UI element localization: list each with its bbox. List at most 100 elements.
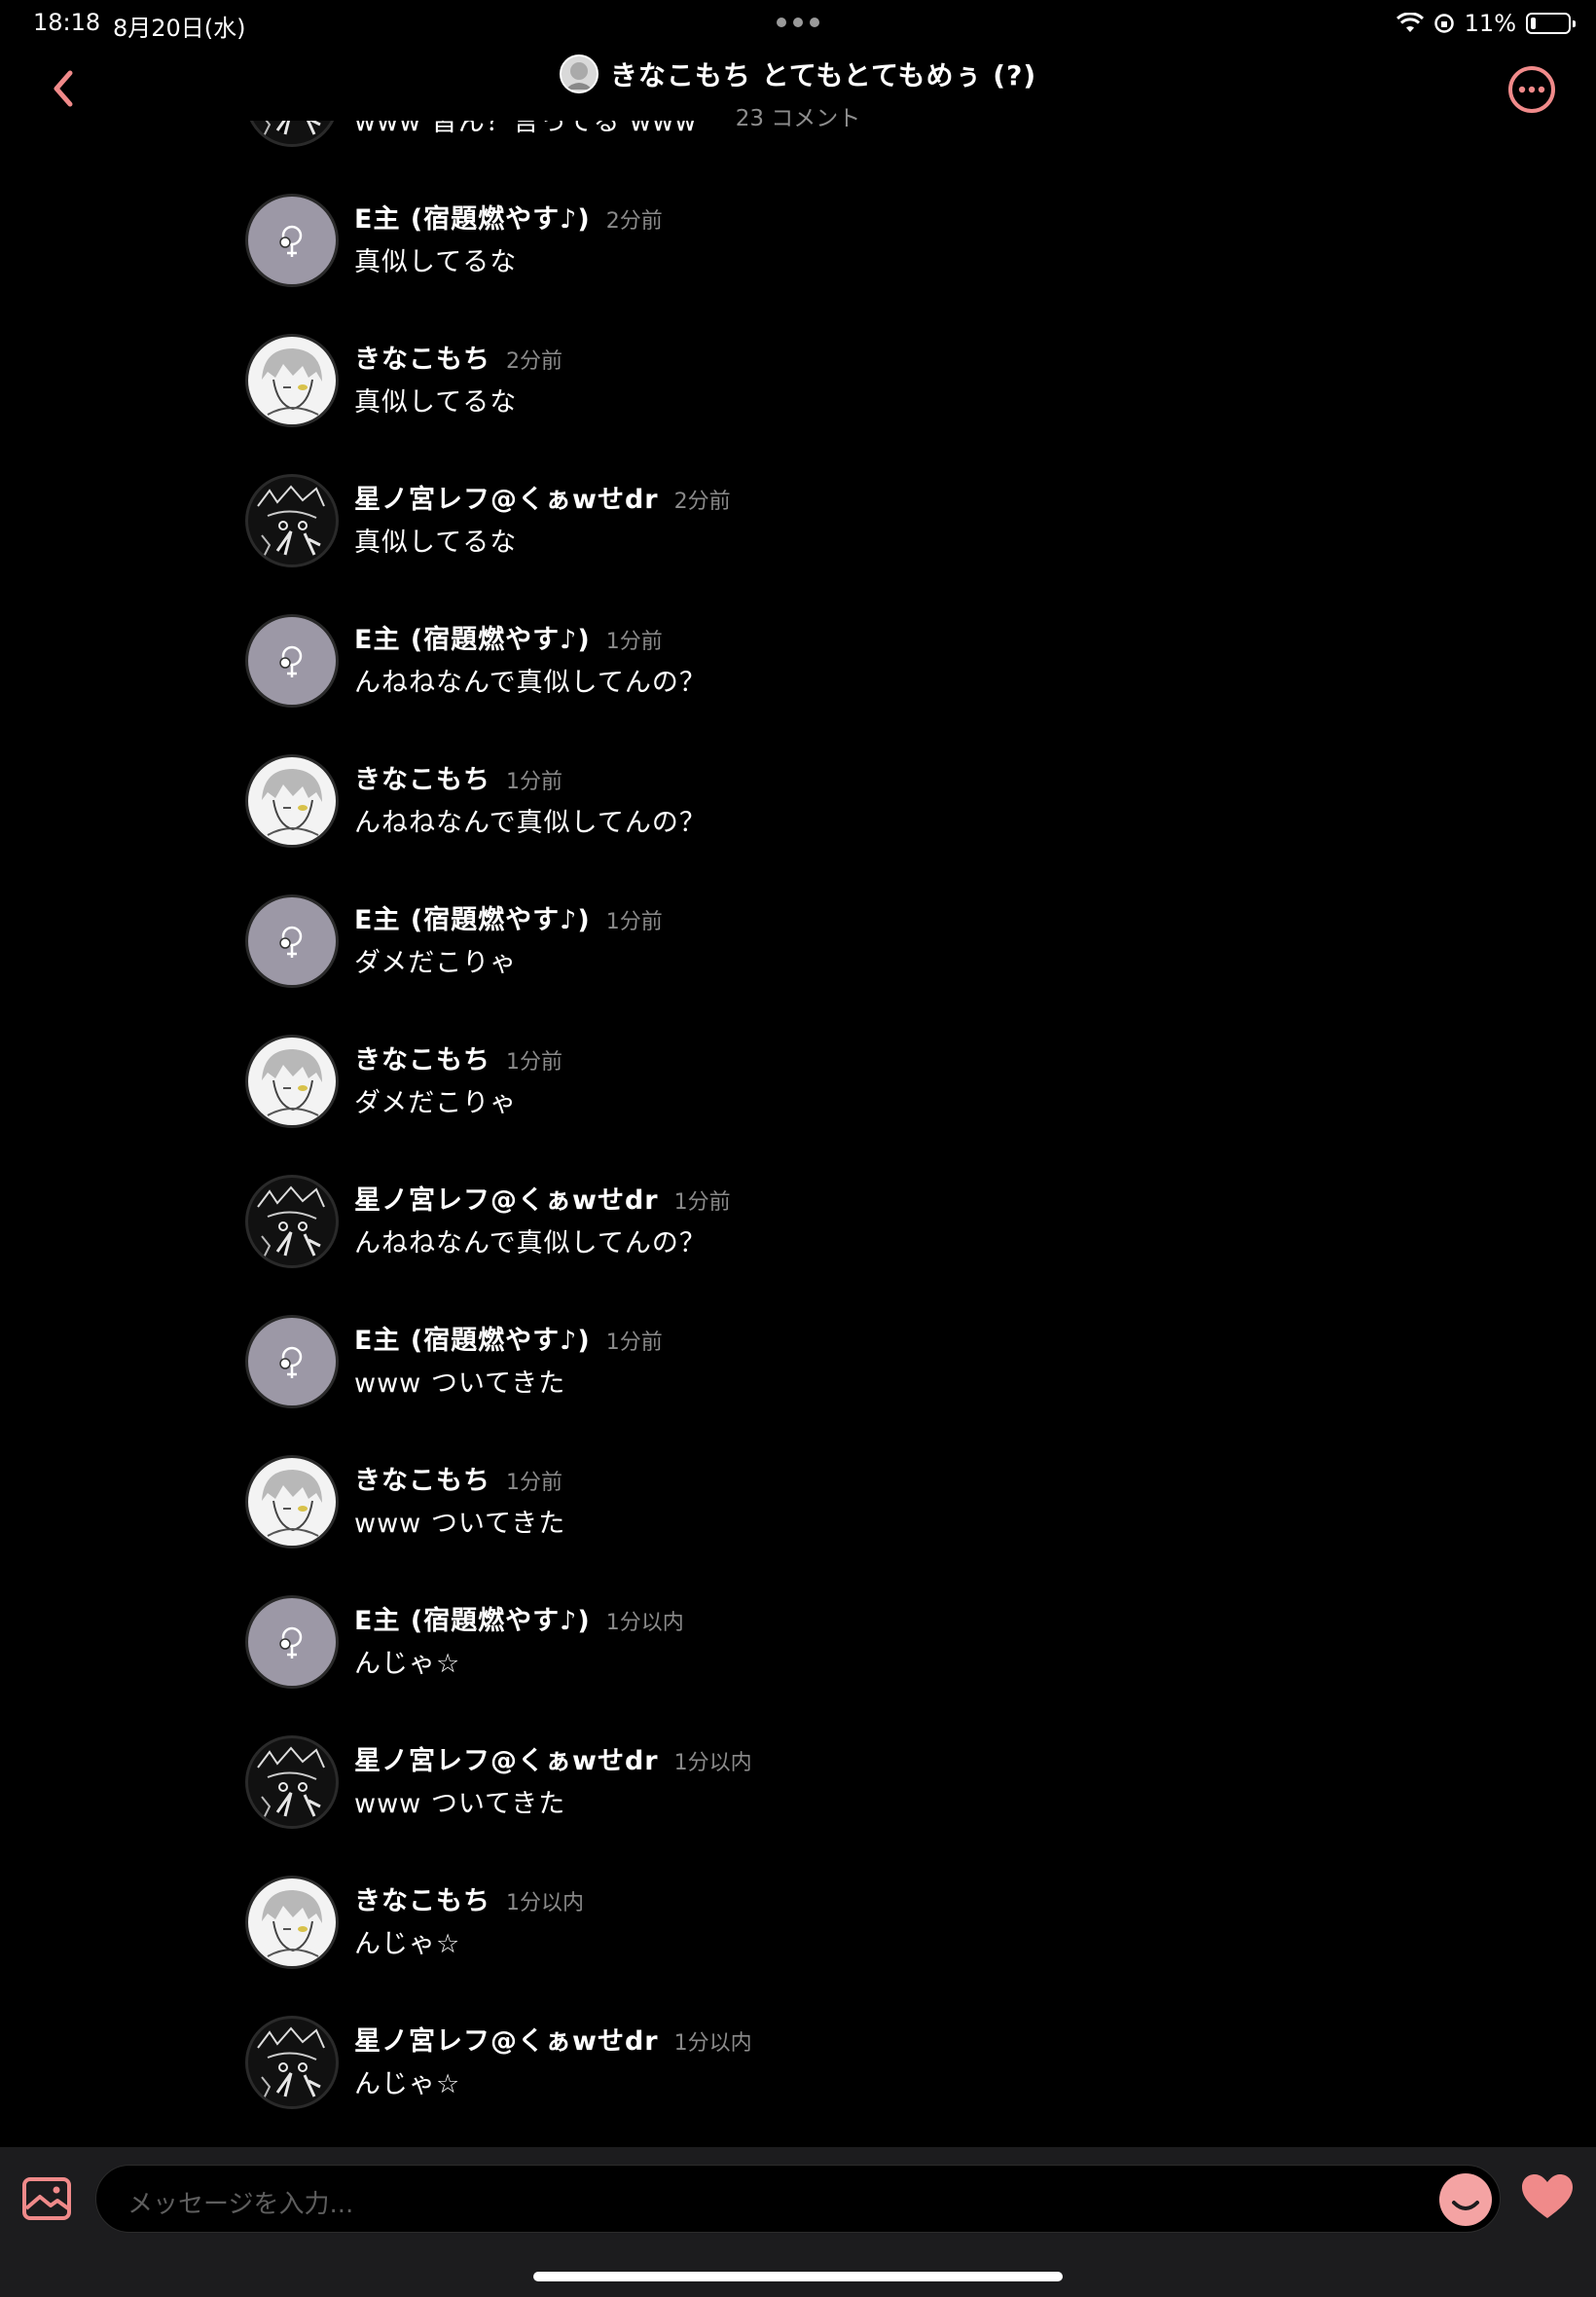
- message-header: きなこもち 1分前: [354, 1039, 562, 1076]
- message-timestamp: 1分前: [506, 1050, 562, 1075]
- composer-bar: メッセージを入力...: [0, 2147, 1596, 2297]
- message-text: ダメだこりゃ: [354, 1088, 518, 1118]
- user-avatar[interactable]: [245, 1876, 339, 1969]
- message-timestamp: 1分前: [506, 770, 562, 794]
- message-row[interactable]: E主 (宿題燃やす♪) 1分前ダメだこりゃ: [245, 894, 1413, 1011]
- message-header: 星ノ宮レフ@くぁwせdr 1分以内: [354, 1739, 752, 1777]
- more-options-button[interactable]: [1506, 64, 1557, 115]
- user-avatar[interactable]: [245, 1175, 339, 1268]
- message-header: E主 (宿題燃やす♪) 1分以内: [354, 1599, 684, 1637]
- message-author[interactable]: きなこもち: [354, 1039, 490, 1076]
- status-date: 8月20日(水): [113, 15, 246, 42]
- message-author[interactable]: 星ノ宮レフ@くぁwせdr: [354, 478, 659, 516]
- battery-percent: 11%: [1464, 10, 1516, 37]
- message-timestamp: 1分以内: [673, 1751, 752, 1775]
- message-author[interactable]: きなこもち: [354, 1879, 490, 1917]
- user-avatar[interactable]: [245, 334, 339, 427]
- user-avatar[interactable]: [245, 1455, 339, 1549]
- chat-title: きなこもち とてもとてもめぅ (?): [609, 59, 1037, 91]
- message-author[interactable]: E主 (宿題燃やす♪): [354, 1319, 591, 1357]
- user-avatar[interactable]: [245, 754, 339, 848]
- message-timestamp: 2分前: [673, 490, 731, 514]
- message-header: きなこもち 1分前: [354, 1459, 562, 1497]
- message-header: きなこもち 2分前: [354, 338, 562, 376]
- user-avatar[interactable]: [245, 2016, 339, 2109]
- ellipsis-circle-icon: [1508, 66, 1555, 113]
- message-timestamp: 1分前: [605, 630, 663, 654]
- message-input[interactable]: メッセージを入力...: [95, 2165, 1501, 2233]
- message-row[interactable]: きなこもち 1分前ダメだこりゃ: [245, 1035, 1413, 1151]
- status-indicators: 11%: [1396, 8, 1576, 39]
- message-row[interactable]: 星ノ宮レフ@くぁwせdr 1分以内 www ついてきた: [245, 1735, 1413, 1852]
- message-header: きなこもち 1分前: [354, 758, 562, 796]
- message-author[interactable]: E主 (宿題燃やす♪): [354, 198, 591, 236]
- message-text: www 皆ん？言ってる www: [354, 121, 698, 137]
- home-indicator[interactable]: [533, 2272, 1063, 2281]
- message-row[interactable]: きなこもち 1分以内んじゃ☆: [245, 1876, 1413, 1992]
- message-timestamp: 1分前: [506, 1471, 562, 1495]
- message-text: んじゃ☆: [354, 2069, 461, 2099]
- message-header: 星ノ宮レフ@くぁwせdr 1分前: [354, 1179, 731, 1217]
- message-timestamp: 2分前: [506, 349, 562, 374]
- rotation-lock-icon: [1433, 14, 1454, 33]
- user-avatar[interactable]: [245, 1595, 339, 1689]
- message-timestamp: 1分前: [673, 1190, 731, 1215]
- message-row[interactable]: 星ノ宮レフ@くぁwせdr 1分以内んじゃ☆: [245, 2016, 1413, 2133]
- attach-image-button[interactable]: [21, 2176, 72, 2221]
- message-author[interactable]: E主 (宿題燃やす♪): [354, 1599, 591, 1637]
- like-button[interactable]: [1520, 2172, 1575, 2221]
- user-avatar[interactable]: [245, 1735, 339, 1829]
- message-row[interactable]: E主 (宿題燃やす♪) 1分以内んじゃ☆: [245, 1595, 1413, 1712]
- user-avatar[interactable]: [245, 194, 339, 287]
- message-header: E主 (宿題燃やす♪) 2分前: [354, 198, 663, 236]
- emoji-button[interactable]: [1439, 2173, 1492, 2226]
- message-text: 真似してるな: [354, 387, 518, 418]
- message-author[interactable]: 星ノ宮レフ@くぁwせdr: [354, 1739, 659, 1777]
- message-text: んじゃ☆: [354, 1649, 461, 1679]
- message-header: 星ノ宮レフ@くぁwせdr 1分以内: [354, 2020, 752, 2058]
- user-avatar[interactable]: [245, 1035, 339, 1128]
- message-text: んねねなんで真似してんの？: [354, 668, 707, 698]
- message-row[interactable]: きなこもち 1分前 www ついてきた: [245, 1455, 1413, 1572]
- message-row[interactable]: きなこもち 1分前んねねなんで真似してんの？: [245, 754, 1413, 871]
- message-row[interactable]: 星ノ宮レフ@くぁwせdr 1分前 んねねなんで真似してんの？: [245, 1175, 1413, 1292]
- image-icon: [22, 2177, 71, 2220]
- message-text: www ついてきた: [354, 1509, 566, 1539]
- user-avatar[interactable]: [245, 474, 339, 567]
- status-time: 18:18: [33, 9, 101, 36]
- message-author[interactable]: E主 (宿題燃やす♪): [354, 898, 591, 936]
- message-timestamp: 1分前: [605, 910, 663, 934]
- message-row[interactable]: E主 (宿題燃やす♪) 1分前んねねなんで真似してんの？: [245, 614, 1413, 731]
- message-list[interactable]: www 皆ん？言ってる www E主 (宿題燃やす♪) 2分前 真似してるな きなこもち…: [0, 121, 1596, 2147]
- message-row[interactable]: 星ノ宮レフ@くぁwせdr 2分前 真似してるな: [245, 474, 1413, 591]
- message-text: 真似してるな: [354, 247, 518, 277]
- multitasking-dots-icon[interactable]: [777, 18, 819, 27]
- emoji-icon: [1452, 2201, 1479, 2210]
- message-author[interactable]: きなこもち: [354, 758, 490, 796]
- message-author[interactable]: きなこもち: [354, 338, 490, 376]
- message-author[interactable]: 星ノ宮レフ@くぁwせdr: [354, 2020, 659, 2058]
- user-avatar[interactable]: [245, 1315, 339, 1408]
- message-author[interactable]: 星ノ宮レフ@くぁwせdr: [354, 1179, 659, 1217]
- user-avatar[interactable]: [245, 614, 339, 708]
- message-text: んねねなんで真似してんの？: [354, 808, 707, 838]
- message-timestamp: 1分前: [605, 1331, 663, 1355]
- user-avatar[interactable]: [245, 894, 339, 988]
- message-author[interactable]: きなこもち: [354, 1459, 490, 1497]
- message-header: E主 (宿題燃やす♪) 1分前: [354, 898, 663, 936]
- user-avatar[interactable]: [245, 121, 339, 147]
- message-text: んじゃ☆: [354, 1929, 461, 1959]
- battery-icon: [1526, 13, 1576, 34]
- message-timestamp: 1分以内: [506, 1891, 584, 1915]
- heart-icon: [1522, 2174, 1573, 2218]
- message-header: E主 (宿題燃やす♪) 1分前: [354, 1319, 663, 1357]
- message-text: ダメだこりゃ: [354, 948, 518, 978]
- message-row[interactable]: きなこもち 2分前真似してるな: [245, 334, 1413, 451]
- message-timestamp: 1分以内: [605, 1611, 684, 1635]
- message-row[interactable]: E主 (宿題燃やす♪) 2分前真似してるな: [245, 194, 1413, 310]
- message-row[interactable]: E主 (宿題燃やす♪) 1分前 www ついてきた: [245, 1315, 1413, 1432]
- message-author[interactable]: E主 (宿題燃やす♪): [354, 618, 591, 656]
- message-row[interactable]: www 皆ん？言ってる www: [245, 121, 1413, 170]
- message-header: きなこもち 1分以内: [354, 1879, 584, 1917]
- message-header: 星ノ宮レフ@くぁwせdr 2分前: [354, 478, 731, 516]
